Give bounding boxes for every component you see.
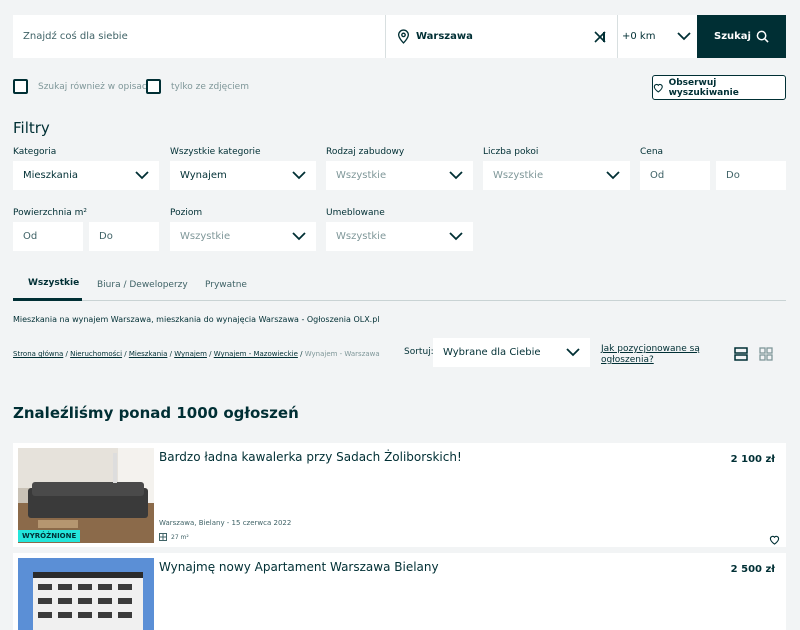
location-pin-icon — [398, 29, 409, 44]
listing-price: 2 100 zł — [730, 454, 775, 465]
search-descriptions-checkbox[interactable]: Szukaj również w opisach — [13, 79, 153, 94]
listing-area: 27 m² — [159, 533, 189, 541]
subcategory-select[interactable]: Wynajem — [170, 161, 316, 190]
breadcrumb-current: Wynajem - Warszawa — [304, 350, 380, 358]
listing-location-date: Warszawa, Bielany - 15 czerwca 2022 — [159, 519, 292, 527]
area-label: Powierzchnia m² — [13, 208, 88, 218]
chevron-down-icon — [292, 171, 306, 180]
chevron-down-icon — [135, 171, 149, 180]
furnished-select[interactable]: Wszystkie — [326, 222, 473, 251]
subcategory-value: Wynajem — [180, 170, 227, 181]
price-to-input[interactable]: Do — [716, 161, 786, 190]
chevron-down-icon — [606, 171, 620, 180]
distance-value: +0 km — [622, 31, 656, 42]
distance-select[interactable]: +0 km — [617, 15, 697, 58]
search-descriptions-label: Szukaj również w opisach — [38, 81, 153, 92]
building-type-value: Wszystkie — [336, 170, 387, 181]
building-type-select[interactable]: Wszystkie — [326, 161, 473, 190]
all-categories-label: Wszystkie kategorie — [170, 147, 261, 157]
price-label: Cena — [640, 147, 664, 157]
area-to-placeholder: Do — [99, 231, 113, 242]
ranking-info-link[interactable]: Jak pozycjonowane są ogłoszenia? — [601, 344, 700, 366]
favorite-heart-icon[interactable] — [769, 530, 780, 549]
price-from-placeholder: Od — [650, 170, 665, 181]
observe-search-button[interactable]: Obserwuj wyszukiwanie — [652, 75, 786, 100]
search-icon — [756, 30, 769, 43]
breadcrumb-apartments[interactable]: Mieszkania — [129, 350, 168, 358]
area-icon — [159, 533, 167, 541]
tab-business[interactable]: Biura / Deweloperzy — [97, 280, 188, 290]
listing-title[interactable]: Wynajmę nowy Apartament Warszawa Bielany — [159, 560, 439, 574]
active-tab-indicator — [13, 298, 82, 301]
breadcrumb-rent[interactable]: Wynajem — [174, 350, 207, 358]
area-from-placeholder: Od — [23, 231, 38, 242]
listing-card[interactable]: WYRÓŻNIONE Bardzo ładna kawalerka przy S… — [13, 443, 786, 547]
level-label: Poziom — [170, 208, 203, 218]
seo-text: Mieszkania na wynajem Warszawa, mieszkan… — [13, 315, 380, 324]
chevron-down-icon — [292, 232, 306, 241]
clear-location-icon[interactable] — [591, 28, 609, 46]
checkbox-box[interactable] — [146, 79, 161, 94]
listing-price: 2 500 zł — [730, 564, 775, 575]
category-select[interactable]: Mieszkania — [13, 161, 159, 190]
building-type-label: Rodzaj zabudowy — [326, 147, 405, 157]
only-with-photo-label: tylko ze zdjęciem — [171, 81, 249, 92]
listing-photo[interactable] — [18, 558, 154, 630]
only-with-photo-checkbox[interactable]: tylko ze zdjęciem — [146, 79, 249, 94]
grid-view-icon[interactable] — [759, 346, 773, 365]
area-from-input[interactable]: Od — [13, 222, 83, 251]
chevron-down-icon — [449, 171, 463, 180]
listing-area-value: 27 m² — [171, 533, 189, 541]
category-value: Mieszkania — [23, 170, 79, 181]
chevron-down-icon — [449, 232, 463, 241]
checkbox-box[interactable] — [13, 79, 28, 94]
price-from-input[interactable]: Od — [640, 161, 710, 190]
rooms-select[interactable]: Wszystkie — [483, 161, 630, 190]
sort-select[interactable]: Wybrane dla Ciebie — [433, 338, 590, 367]
sort-label: Sortuj: — [404, 347, 434, 357]
search-bar: Warszawa +0 km Szukaj — [13, 15, 786, 58]
ranking-info-line-2: ogłoszenia? — [601, 355, 654, 365]
listing-photo[interactable] — [18, 448, 154, 543]
rooms-value: Wszystkie — [493, 170, 544, 181]
rooms-label: Liczba pokoi — [483, 147, 539, 157]
level-select[interactable]: Wszystkie — [170, 222, 316, 251]
breadcrumb-home[interactable]: Strona główna — [13, 350, 63, 358]
heart-icon — [653, 83, 663, 93]
chevron-down-icon — [677, 32, 691, 41]
price-to-placeholder: Do — [726, 170, 740, 181]
list-view-icon[interactable] — [734, 346, 748, 365]
breadcrumb-region[interactable]: Wynajem - Mazowieckie — [214, 350, 298, 358]
search-button-label: Szukaj — [714, 31, 751, 42]
featured-badge: WYRÓŻNIONE — [18, 530, 81, 542]
listing-title[interactable]: Bardzo ładna kawalerka przy Sadach Żolib… — [159, 450, 462, 464]
furnished-label: Umeblowane — [326, 208, 385, 218]
tab-private[interactable]: Prywatne — [205, 280, 247, 290]
location-field[interactable]: Warszawa — [385, 15, 617, 58]
observe-search-label: Obserwuj wyszukiwanie — [668, 77, 739, 98]
breadcrumb: Strona główna / Nieruchomości / Mieszkan… — [13, 350, 380, 358]
results-heading: Znaleźliśmy ponad 1000 ogłoszeń — [13, 404, 299, 422]
search-input[interactable] — [13, 15, 385, 58]
search-button[interactable]: Szukaj — [697, 15, 786, 58]
tabs-divider — [13, 300, 786, 301]
filters-title: Filtry — [13, 119, 50, 137]
level-value: Wszystkie — [180, 231, 231, 242]
category-label: Kategoria — [13, 147, 57, 157]
location-value: Warszawa — [416, 31, 473, 42]
ranking-info-line-1: Jak pozycjonowane są — [601, 344, 700, 354]
sort-value: Wybrane dla Ciebie — [443, 347, 541, 358]
area-to-input[interactable]: Do — [89, 222, 159, 251]
breadcrumb-realestate[interactable]: Nieruchomości — [70, 350, 122, 358]
chevron-down-icon — [566, 348, 580, 357]
listing-card[interactable]: Wynajmę nowy Apartament Warszawa Bielany… — [13, 553, 786, 630]
furnished-value: Wszystkie — [336, 231, 387, 242]
tab-all[interactable]: Wszystkie — [28, 278, 79, 288]
